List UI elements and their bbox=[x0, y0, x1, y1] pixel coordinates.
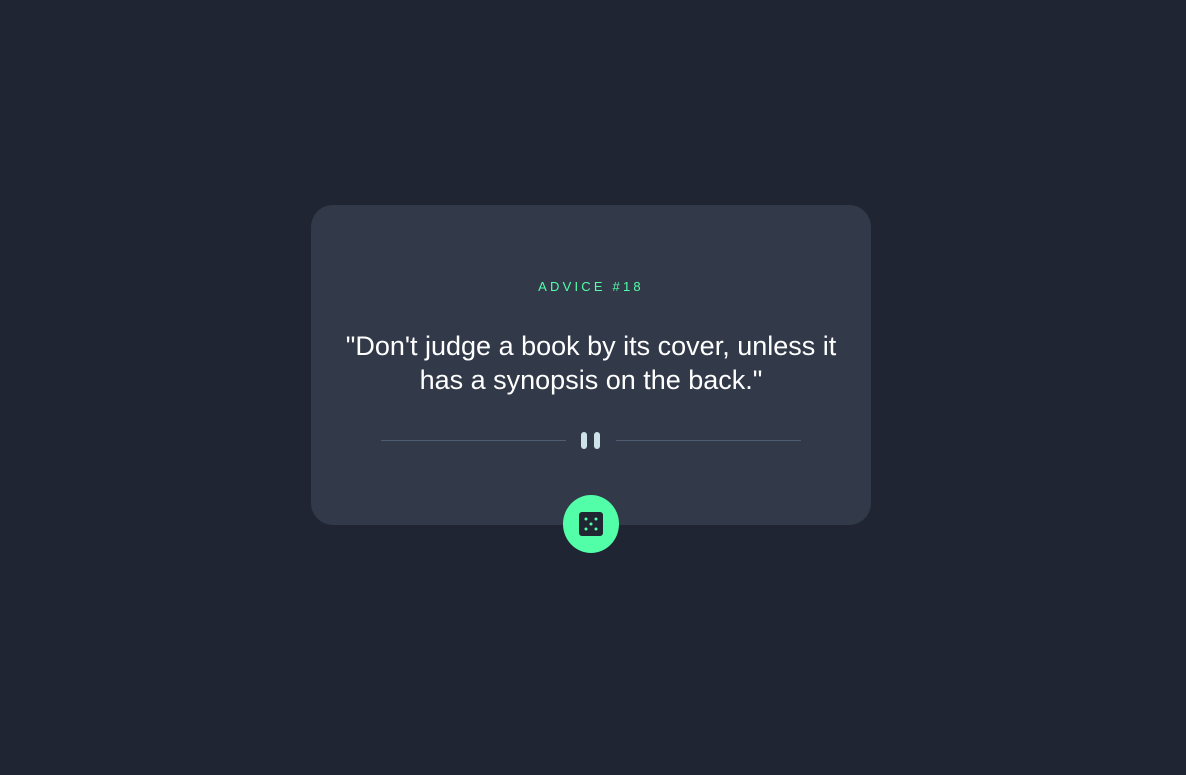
dice-icon bbox=[579, 512, 603, 536]
page: ADVICE #18 "Don't judge a book by its co… bbox=[0, 0, 1186, 775]
divider-line-left bbox=[381, 440, 566, 441]
advice-card: ADVICE #18 "Don't judge a book by its co… bbox=[311, 205, 871, 525]
pattern-divider bbox=[381, 432, 801, 450]
new-advice-button[interactable] bbox=[563, 495, 619, 553]
divider-line-right bbox=[616, 440, 801, 441]
advice-quote: "Don't judge a book by its cover, unless… bbox=[345, 331, 837, 395]
pause-icon bbox=[581, 432, 601, 449]
advice-id: ADVICE #18 bbox=[538, 279, 644, 294]
